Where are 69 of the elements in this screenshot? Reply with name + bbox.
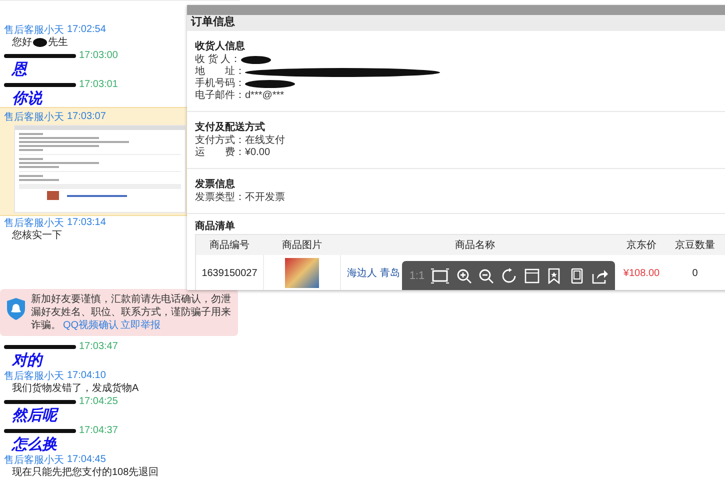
message-time: 17:03:47: [79, 341, 118, 352]
product-photo-placeholder: [285, 258, 319, 288]
redaction-mark: [245, 80, 295, 88]
message-text: 现在只能先把您支付的108先退回: [11, 466, 159, 479]
column-header: 商品编号: [208, 238, 250, 253]
redaction-mark: [4, 54, 76, 58]
message-time: 17:04:37: [79, 425, 118, 436]
field-label: 支付方式：: [195, 135, 245, 146]
bean-count: 0: [692, 268, 698, 278]
section-heading: 支付及配送方式: [195, 121, 266, 134]
sender-name: 售后客服小天: [4, 24, 64, 36]
message-time: 17:03:14: [67, 217, 106, 228]
message-text: 您好: [12, 36, 32, 49]
message-text: 我们货物发错了，发成货物A: [11, 382, 139, 395]
message-text: 先生: [48, 36, 68, 49]
sender-name: 售后客服小天: [4, 370, 64, 382]
field-label: 运 费：: [195, 147, 245, 159]
redaction-mark: [4, 428, 76, 432]
handwritten-message: 对的: [10, 353, 42, 369]
message-time: 17:03:00: [79, 50, 118, 61]
field-label: 发票类型：: [195, 192, 245, 204]
warning-link[interactable]: 立即举报: [120, 320, 161, 331]
message-text: 您核实一下: [11, 229, 62, 242]
field-label: 地 址：: [195, 66, 245, 78]
field-label: 手机号码：: [195, 78, 245, 90]
fit-screen-button[interactable]: [431, 266, 450, 286]
rotate-button[interactable]: [501, 266, 518, 286]
section-heading: 发票信息: [195, 178, 236, 192]
product-id: 1639150027: [202, 268, 258, 278]
panel-title: 订单信息: [187, 15, 725, 31]
field-label: 电子邮件：: [195, 90, 245, 102]
section-heading: 商品清单: [195, 220, 236, 234]
redaction-mark: [4, 82, 76, 86]
column-header: 商品名称: [454, 238, 496, 253]
message-time: 17:04:45: [67, 454, 106, 465]
sender-name: 售后客服小天: [4, 110, 64, 124]
message-time: 17:03:01: [79, 79, 118, 90]
message-time: 17:04:25: [79, 396, 118, 407]
handwritten-message: 然后呢: [11, 408, 57, 424]
column-header: 京东价: [626, 238, 658, 253]
tablet-button[interactable]: [568, 266, 585, 286]
section-heading: 收货人信息: [195, 40, 246, 54]
column-header: 京豆数量: [674, 238, 716, 253]
shield-icon: [6, 297, 26, 321]
product-price: ¥108.00: [623, 268, 660, 278]
warning-link[interactable]: QQ视频确认: [63, 320, 119, 331]
field-value: 在线支付: [245, 135, 285, 147]
warning-text: 新加好友要谨慎，汇款前请先电话确认，勿泄漏好友姓名、职位、联系方式，谨防骗子用来诈骗。 QQ视频确认 立即举报: [31, 293, 232, 332]
redaction-mark: [240, 56, 271, 64]
field-value: 不开发票: [245, 192, 285, 204]
actual-size-button[interactable]: 1:1: [409, 266, 425, 286]
redaction-mark: [33, 38, 47, 47]
field-value: d***@***: [245, 90, 284, 102]
message-time: 17:02:54: [67, 24, 106, 35]
bookmark-button[interactable]: [546, 266, 562, 286]
field-label: 收 货 人：: [195, 54, 241, 66]
message-time: 17:03:07: [67, 111, 106, 122]
message-time: 17:04:10: [67, 370, 106, 381]
handwritten-message: 怎么换: [10, 437, 57, 453]
redaction-mark: [4, 400, 76, 404]
handwritten-message: 恩: [10, 62, 27, 78]
field-value: ¥0.00: [245, 147, 270, 159]
product-name-link[interactable]: 海边人 青岛: [347, 266, 400, 280]
sender-name: 售后客服小天: [4, 216, 64, 230]
handwritten-message: 你说: [11, 91, 42, 107]
sender-name: 售后客服小天: [4, 454, 64, 466]
column-header: 商品图片: [281, 238, 323, 253]
order-screenshot-thumbnail-drawing[interactable]: [14, 125, 186, 213]
redaction-mark: [4, 344, 76, 348]
